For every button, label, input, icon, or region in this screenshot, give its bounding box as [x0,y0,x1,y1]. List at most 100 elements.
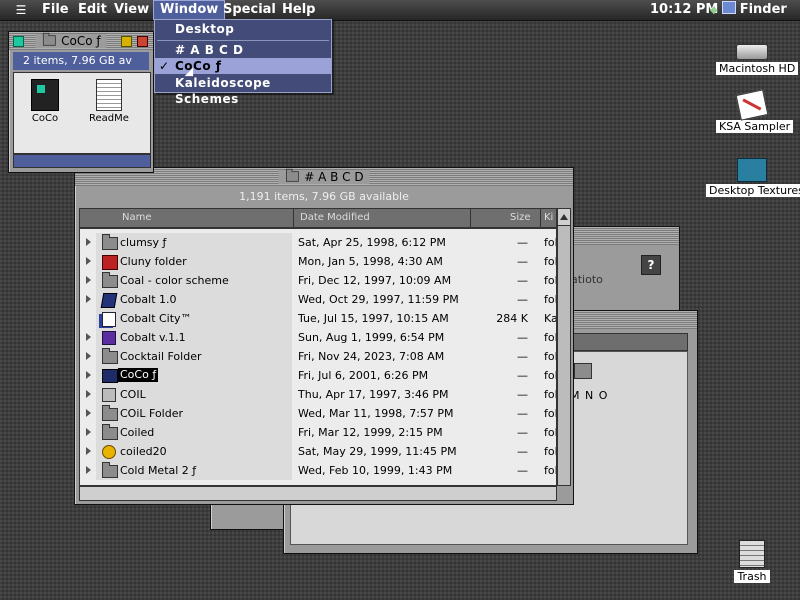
disclosure-triangle-icon[interactable] [86,276,91,284]
window-status: 1,191 items, 7.96 GB available [239,190,409,203]
column-divider[interactable] [293,209,294,227]
item-kind: fol [544,369,557,382]
window-title-text: # A B C D [304,170,364,184]
window-content[interactable]: CoCo ReadMe [13,72,151,154]
menu-window[interactable]: Window [153,0,226,20]
item-date: Fri, Dec 12, 1997, 10:09 AM [298,274,452,287]
application-menu[interactable]: ◆ Finder [710,0,787,20]
zoom-box-icon[interactable] [121,36,132,47]
desktop-icon-desktop-textures[interactable]: Desktop Textures [706,158,800,197]
list-item[interactable]: Coiled Fri, Mar 12, 1999, 2:15 PM — fol [80,423,556,442]
disclosure-triangle-icon[interactable] [86,371,91,379]
menu-file[interactable]: File [36,0,75,20]
disclosure-triangle-icon[interactable] [86,333,91,341]
menu-view[interactable]: View [108,0,155,20]
column-divider[interactable] [540,209,541,227]
list-item[interactable]: Cobalt City™ Tue, Jul 15, 1997, 10:15 AM 2… [80,309,556,328]
folder-icon [102,424,118,440]
item-kind: fol [544,274,557,287]
menu-separator [157,40,329,41]
list-item[interactable]: Cold Metal 2 ƒ Wed, Feb 10, 1999, 1:43 PM… [80,461,556,480]
column-name[interactable]: Name [122,212,152,223]
folder-icon [102,272,118,288]
disclosure-triangle-icon[interactable] [86,447,91,455]
list-item[interactable]: coiled20 Sat, May 29, 1999, 11:45 PM — fol [80,442,556,461]
item-date: Sat, May 29, 1999, 11:45 PM [298,445,457,458]
list-item[interactable]: COiL Folder Wed, Mar 11, 1998, 7:57 PM — fo… [80,404,556,423]
disclosure-triangle-icon[interactable] [86,466,91,474]
item-kind: fol [544,464,557,477]
coco-folder-icon [102,369,118,383]
disclosure-triangle-icon[interactable] [86,409,91,417]
folder-icon [102,348,118,364]
desktop-icon-trash[interactable]: Trash [726,540,778,583]
cobalt-folder-icon [102,331,116,345]
column-date-modified[interactable]: Date Modified [300,212,370,223]
disclosure-triangle-icon[interactable] [86,238,91,246]
hard-disk-icon [736,44,768,60]
item-size: — [517,293,528,306]
coco-app-item[interactable]: CoCo [20,79,70,124]
column-divider[interactable] [470,209,471,227]
readme-item[interactable]: ReadMe [84,79,134,124]
item-kind: Ka [544,312,557,325]
folder-icon [102,462,118,478]
window-menu-dropdown: Desktop # A B C D ✓ CoCo ƒ Kaleidoscope … [154,19,332,106]
item-date: Wed, Mar 11, 1998, 7:57 PM [298,407,454,420]
item-name: COiL Folder [120,407,184,420]
list-item-selected[interactable]: CoCo ƒ Fri, Jul 6, 2001, 6:26 PM — fol [80,366,556,385]
horizontal-scrollbar[interactable] [13,154,151,168]
horizontal-scrollbar[interactable] [79,486,557,501]
desktop-icon-macintosh-hd[interactable]: Macintosh HD [716,40,799,75]
window-menu-item-kaleidoscope[interactable]: Kaleidoscope Schemes [155,75,331,106]
item-size: — [517,350,528,363]
list-item[interactable]: Cluny folder Mon, Jan 5, 1998, 4:30 AM — fo… [80,252,556,271]
item-size: — [517,255,528,268]
scroll-up-arrow-icon[interactable] [558,209,570,226]
list-item[interactable]: Cobalt v.1.1 Sun, Aug 1, 1999, 6:54 PM — fo… [80,328,556,347]
vertical-scrollbar[interactable] [557,208,571,486]
list-item[interactable]: Cobalt 1.0 Wed, Oct 29, 1997, 11:59 PM — fo… [80,290,556,309]
window-menu-item-desktop[interactable]: Desktop [155,21,331,37]
list-item[interactable]: COIL Thu, Apr 17, 1997, 3:46 PM — fol [80,385,556,404]
abcd-folder-window[interactable]: # A B C D 1,191 items, 7.96 GB available… [74,167,574,505]
column-kind[interactable]: Ki [544,212,553,223]
window-menu-item-abcd[interactable]: # A B C D [155,42,331,58]
disclosure-triangle-icon[interactable] [86,390,91,398]
window-menu-item-coco[interactable]: ✓ CoCo ƒ [155,58,331,74]
desktop-icon-ksa-sampler[interactable]: KSA Sampler [716,89,794,133]
menu-bar: ☰ File Edit View Window Special Help 10:… [0,0,800,21]
menu-edit[interactable]: Edit [72,0,113,20]
item-date: Fri, Nov 24, 2023, 7:08 AM [298,350,445,363]
disclosure-triangle-icon[interactable] [86,257,91,265]
status-dot-icon: ◆ [710,5,718,16]
window-title-bar[interactable]: CoCo ƒ [9,32,153,50]
list-item[interactable]: clumsy ƒ Sat, Apr 25, 1998, 6:12 PM — fol [80,233,556,252]
file-list[interactable]: clumsy ƒ Sat, Apr 25, 1998, 6:12 PM — fol C… [79,228,557,486]
item-name[interactable]: CoCo ƒ [118,368,159,382]
finder-icon [721,1,736,14]
list-item[interactable]: Cocktail Folder Fri, Nov 24, 2023, 7:08 A… [80,347,556,366]
item-name: Cobalt 1.0 [120,293,177,306]
menu-help[interactable]: Help [276,0,321,20]
item-kind: fol [544,236,557,249]
close-box-icon[interactable] [13,36,24,47]
window-title: # A B C D [278,168,370,184]
disclosure-triangle-icon[interactable] [86,352,91,360]
item-size: — [517,464,528,477]
menu-clock[interactable]: 10:12 PM [650,0,718,20]
apple-menu-icon[interactable]: ☰ [14,3,28,17]
list-item[interactable]: Coal - color scheme Fri, Dec 12, 1997, 10… [80,271,556,290]
column-size[interactable]: Size [510,212,531,223]
coco-folder-window[interactable]: CoCo ƒ 2 items, 7.96 GB av CoCo ReadMe [8,31,154,173]
collapse-box-icon[interactable] [137,36,148,47]
help-icon[interactable]: ? [641,255,661,275]
item-size: — [517,274,528,287]
folder-icon[interactable] [574,363,592,379]
menu-special[interactable]: Special [217,0,282,20]
window-menu-item-coco-label: CoCo ƒ [175,59,222,73]
item-size: 284 K [496,312,528,325]
disclosure-triangle-icon[interactable] [86,295,91,303]
item-size: — [517,426,528,439]
disclosure-triangle-icon[interactable] [86,428,91,436]
